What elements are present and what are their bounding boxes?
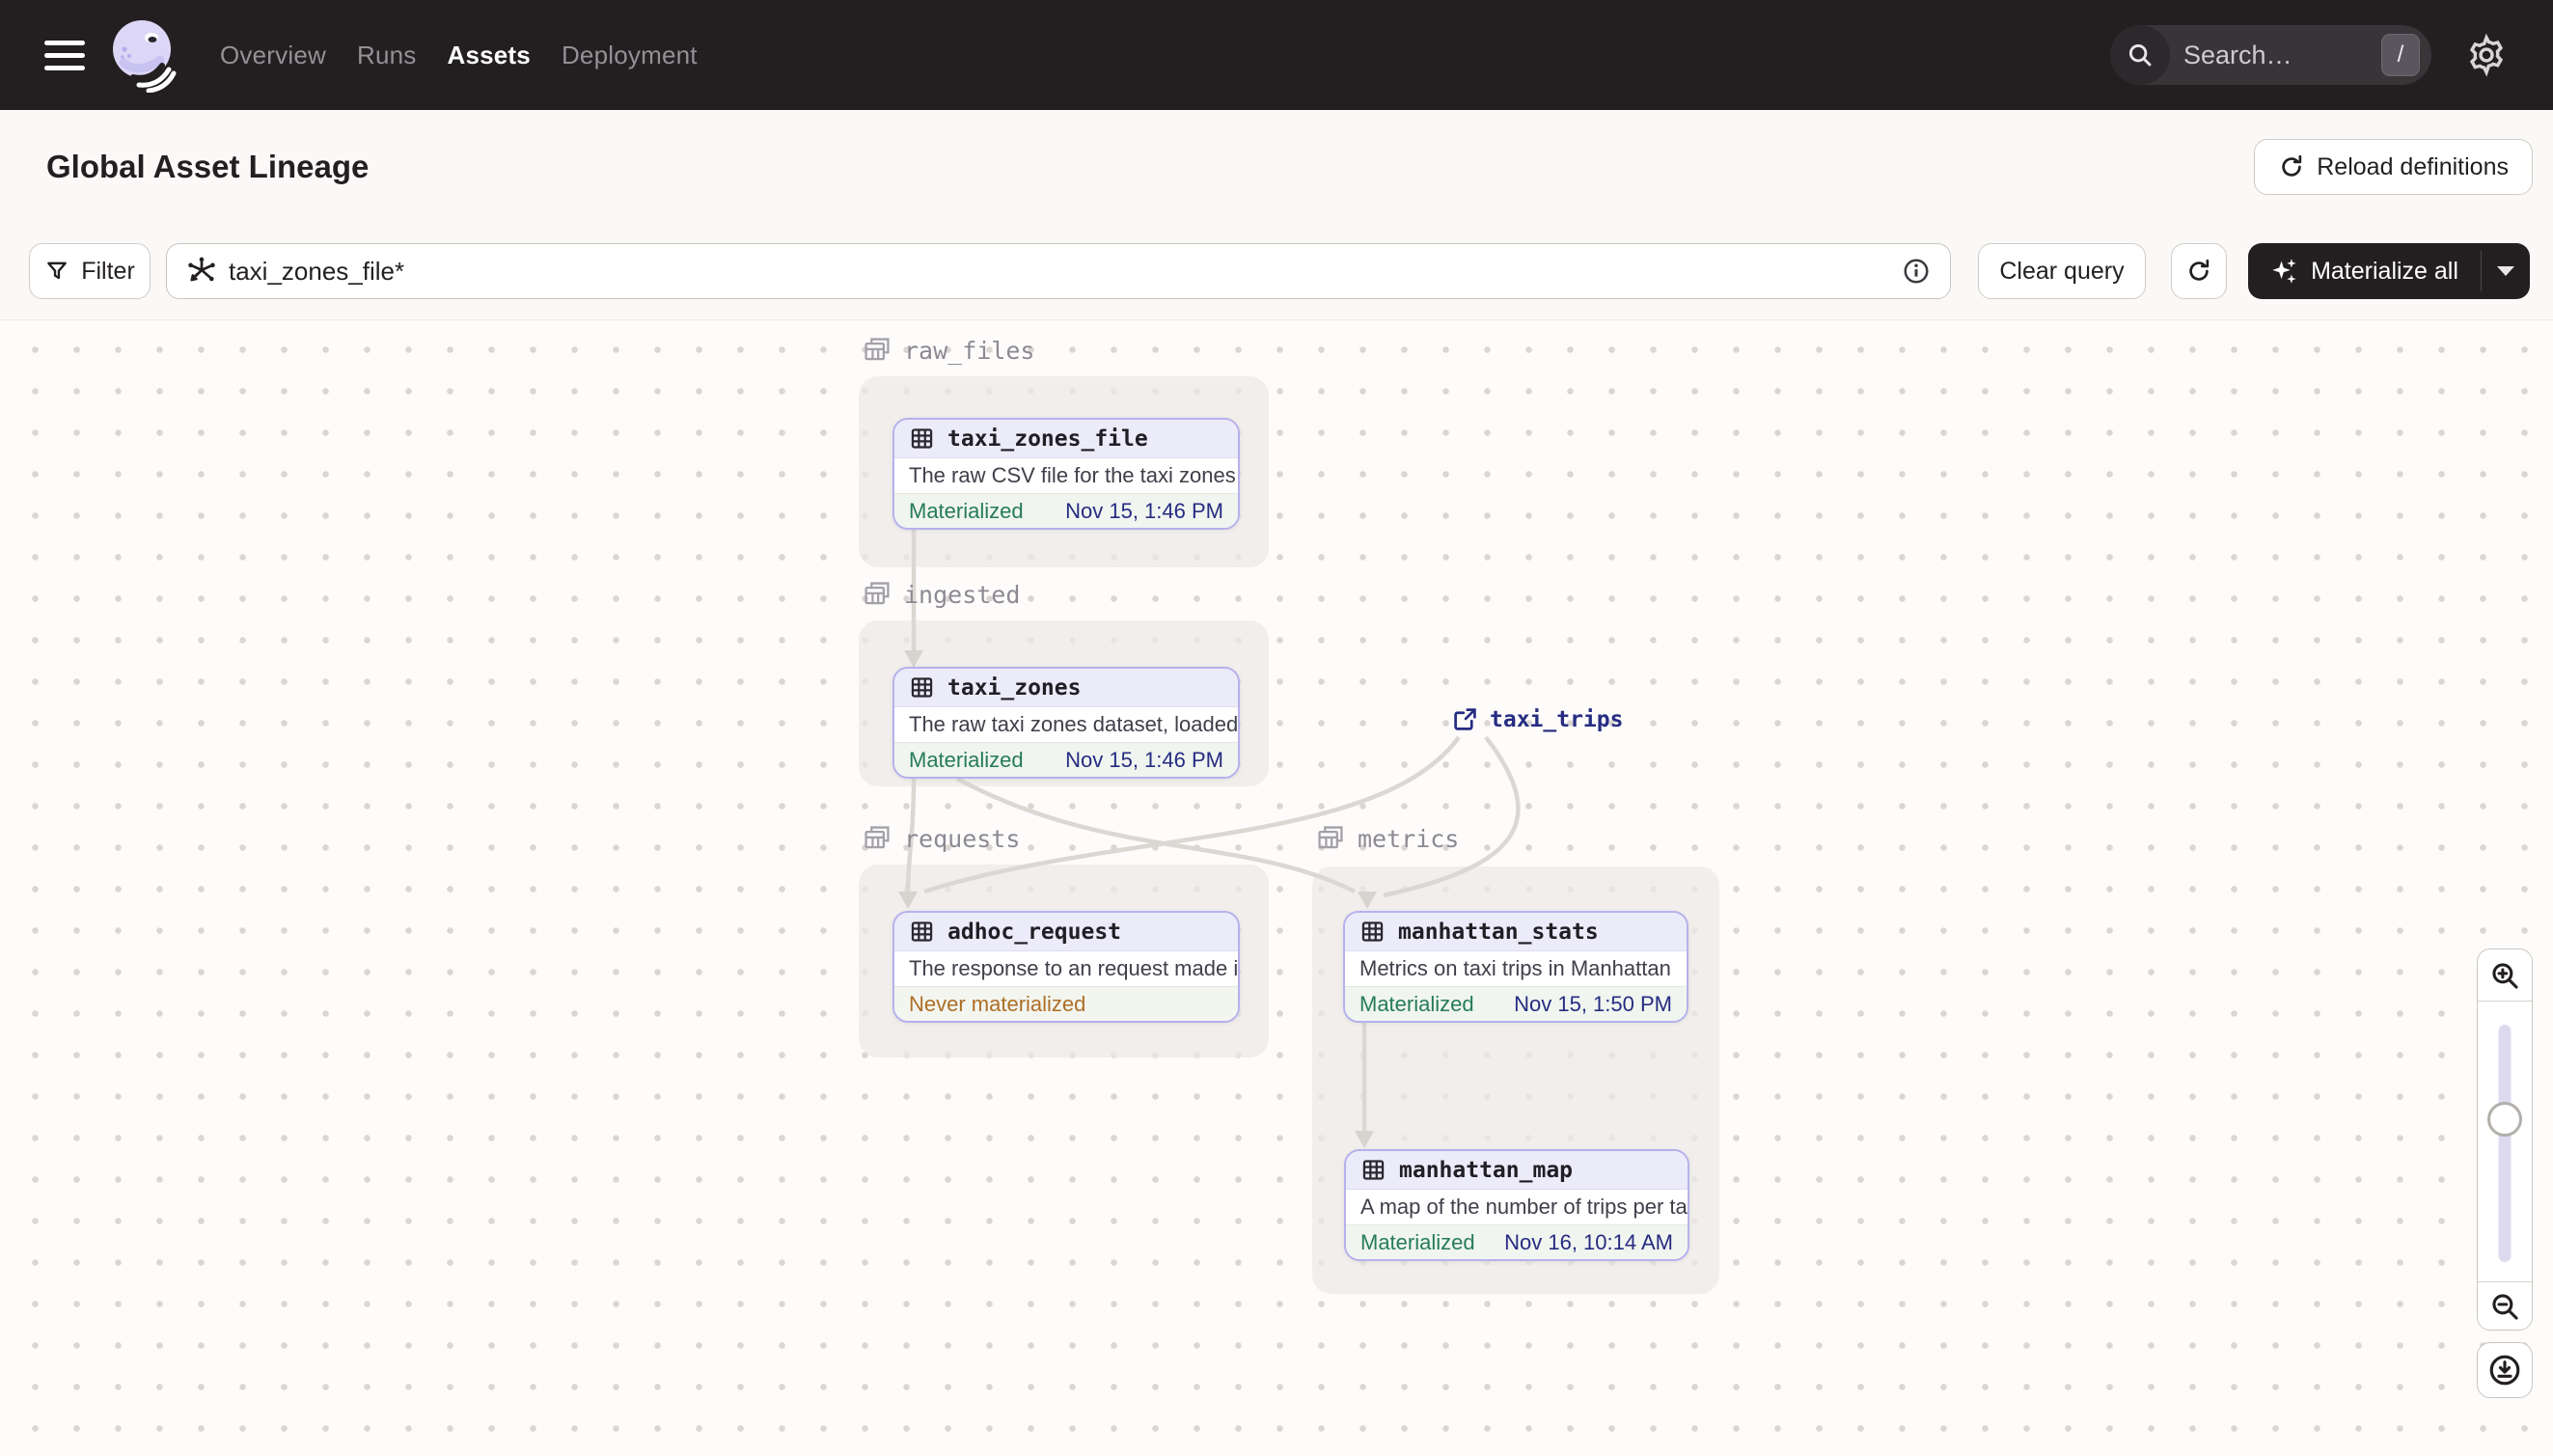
- gear-icon[interactable]: [2464, 33, 2509, 77]
- materialization-timestamp[interactable]: Nov 15, 1:46 PM: [1065, 748, 1223, 773]
- status-badge: Materialized: [1359, 991, 1474, 1016]
- filter-button[interactable]: Filter: [29, 243, 151, 299]
- asset-description: A map of the number of trips per taxi z…: [1346, 1190, 1688, 1224]
- menu-icon[interactable]: [44, 40, 85, 70]
- download-image-button[interactable]: [2477, 1342, 2533, 1398]
- nav-link-overview[interactable]: Overview: [220, 41, 326, 70]
- sparkles-icon: [2270, 257, 2299, 286]
- reload-definitions-button[interactable]: Reload definitions: [2254, 139, 2533, 195]
- external-link-icon: [1452, 706, 1478, 732]
- status-badge: Materialized: [1360, 1229, 1475, 1254]
- chevron-down-icon: [2497, 266, 2514, 276]
- layered-table-icon: [862, 823, 892, 854]
- asset-description: Metrics on taxi trips in Manhattan: [1345, 951, 1687, 986]
- lineage-selector-icon: [186, 256, 217, 287]
- materialization-timestamp[interactable]: Nov 16, 10:14 AM: [1504, 1230, 1673, 1255]
- group-label-ingested[interactable]: ingested: [862, 579, 1020, 610]
- status-badge: Materialized: [909, 747, 1024, 772]
- asset-description: The raw taxi zones dataset, loaded int…: [894, 707, 1238, 742]
- table-icon: [1360, 1157, 1386, 1183]
- refresh-graph-button[interactable]: [2171, 243, 2227, 299]
- refresh-icon: [2278, 153, 2305, 180]
- layered-table-icon: [1315, 823, 1346, 854]
- page-title: Global Asset Lineage: [46, 149, 370, 184]
- refresh-icon: [2185, 258, 2212, 285]
- materialize-options-dropdown[interactable]: [2482, 243, 2530, 299]
- status-badge: Materialized: [909, 498, 1024, 523]
- zoom-slider-handle[interactable]: [2487, 1102, 2522, 1137]
- nav-links: Overview Runs Assets Deployment: [220, 41, 698, 70]
- search-input[interactable]: [2170, 40, 2381, 70]
- group-label-raw-files[interactable]: raw_files: [862, 335, 1034, 366]
- zoom-out-icon: [2488, 1290, 2521, 1323]
- table-icon: [909, 426, 935, 452]
- funnel-icon: [44, 259, 69, 284]
- lineage-edges: [898, 530, 1521, 1148]
- asset-description: The raw CSV file for the taxi zones dat…: [894, 458, 1238, 493]
- nav-link-deployment[interactable]: Deployment: [562, 41, 698, 70]
- asset-node-taxi-zones-file[interactable]: taxi_zones_file The raw CSV file for the…: [892, 418, 1240, 530]
- materialization-timestamp[interactable]: Nov 15, 1:50 PM: [1514, 992, 1672, 1017]
- asset-node-adhoc-request[interactable]: adhoc_request The response to an request…: [892, 911, 1240, 1023]
- layered-table-icon: [862, 579, 892, 610]
- group-label-metrics[interactable]: metrics: [1315, 823, 1459, 854]
- search-shortcut-badge: /: [2381, 34, 2420, 76]
- global-search[interactable]: /: [2110, 25, 2431, 85]
- table-icon: [909, 674, 935, 701]
- materialize-all-button[interactable]: Materialize all: [2248, 243, 2481, 299]
- external-asset-taxi-trips[interactable]: taxi_trips: [1452, 706, 1623, 732]
- info-icon[interactable]: [1902, 257, 1931, 286]
- status-badge: Never materialized: [909, 991, 1086, 1016]
- materialization-timestamp[interactable]: Nov 15, 1:46 PM: [1065, 499, 1223, 524]
- asset-node-taxi-zones[interactable]: taxi_zones The raw taxi zones dataset, l…: [892, 667, 1240, 779]
- zoom-slider-track[interactable]: [2498, 1025, 2512, 1262]
- nav-link-runs[interactable]: Runs: [357, 41, 417, 70]
- nav-link-assets[interactable]: Assets: [447, 41, 530, 70]
- asset-node-manhattan-map[interactable]: manhattan_map A map of the number of tri…: [1344, 1149, 1689, 1261]
- dagster-logo[interactable]: [110, 17, 178, 93]
- zoom-out-button[interactable]: [2478, 1281, 2532, 1330]
- asset-graph-canvas[interactable]: raw_files ingested requests metrics taxi…: [0, 319, 2553, 1455]
- materialize-all-split-button: Materialize all: [2248, 243, 2530, 299]
- asset-node-manhattan-stats[interactable]: manhattan_stats Metrics on taxi trips in…: [1343, 911, 1688, 1023]
- clear-query-button[interactable]: Clear query: [1978, 243, 2146, 299]
- table-icon: [1359, 919, 1386, 945]
- asset-selection-input[interactable]: [166, 243, 1951, 299]
- table-icon: [909, 919, 935, 945]
- top-nav: Overview Runs Assets Deployment /: [0, 0, 2553, 110]
- layered-table-icon: [862, 335, 892, 366]
- download-icon: [2487, 1353, 2522, 1387]
- asset-selection-value[interactable]: [229, 256, 1902, 287]
- asset-description: The response to an request made in th…: [894, 951, 1238, 986]
- search-icon: [2110, 25, 2170, 85]
- zoom-in-icon: [2488, 959, 2521, 992]
- group-label-requests[interactable]: requests: [862, 823, 1020, 854]
- zoom-controls: [2477, 948, 2533, 1331]
- zoom-in-button[interactable]: [2478, 949, 2532, 1002]
- zoom-slider[interactable]: [2478, 1002, 2532, 1281]
